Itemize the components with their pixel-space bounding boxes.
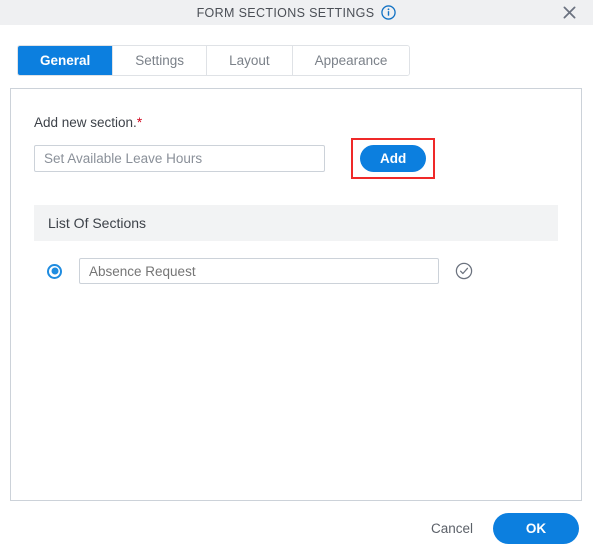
add-new-section-label: Add new section.* bbox=[34, 115, 558, 130]
info-circle-icon[interactable] bbox=[381, 5, 397, 20]
check-circle-icon[interactable] bbox=[455, 262, 473, 280]
tab-settings[interactable]: Settings bbox=[113, 46, 208, 75]
section-name-input[interactable] bbox=[79, 258, 439, 284]
tab-general[interactable]: General bbox=[18, 46, 114, 75]
section-radio-absence-request[interactable] bbox=[47, 263, 62, 279]
add-new-section-label-text: Add new section. bbox=[34, 115, 137, 130]
required-marker: * bbox=[136, 115, 143, 130]
add-button-highlight: Add bbox=[351, 138, 436, 179]
tab-bar: General Settings Layout Appearance bbox=[0, 25, 593, 76]
ok-button[interactable]: OK bbox=[493, 512, 579, 544]
add-button[interactable]: Add bbox=[360, 145, 427, 172]
tab-layout[interactable]: Layout bbox=[207, 46, 293, 75]
dialog-titlebar: FORM SECTIONS SETTINGS bbox=[0, 0, 593, 25]
tab-appearance[interactable]: Appearance bbox=[292, 46, 410, 75]
section-list-item bbox=[34, 258, 558, 284]
page-title: FORM SECTIONS SETTINGS bbox=[196, 5, 375, 20]
dialog-footer: Cancel OK bbox=[0, 505, 593, 551]
close-icon[interactable] bbox=[555, 0, 583, 25]
new-section-input[interactable] bbox=[34, 145, 325, 172]
settings-panel: Add new section.* Add List Of Sections bbox=[10, 88, 582, 501]
cancel-button[interactable]: Cancel bbox=[417, 521, 487, 536]
list-of-sections-header: List Of Sections bbox=[34, 205, 558, 241]
add-section-row: Add bbox=[34, 138, 558, 179]
